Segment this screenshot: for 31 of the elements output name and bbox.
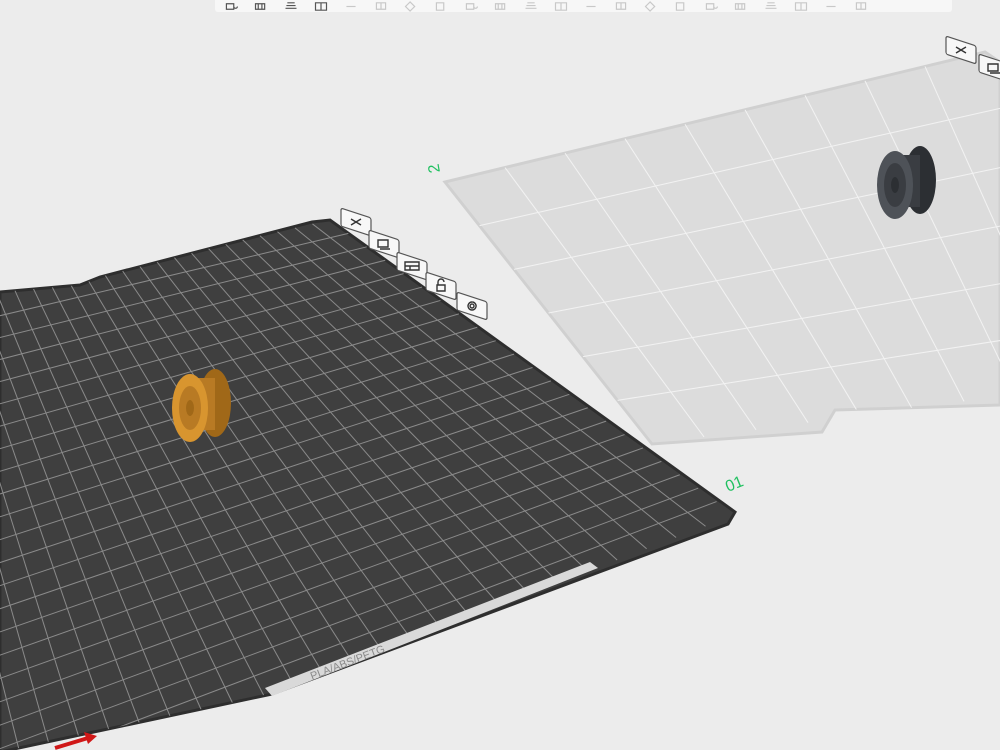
monitor-icon xyxy=(987,63,1000,74)
close-button[interactable] xyxy=(340,208,372,236)
diamond-icon xyxy=(404,0,418,12)
padlock-icon xyxy=(436,278,446,292)
plate-number: 01 xyxy=(723,473,746,496)
layout-button[interactable] xyxy=(396,252,428,280)
monitor-icon xyxy=(377,239,391,250)
spool-model-drawing[interactable] xyxy=(172,369,231,442)
diamond-icon xyxy=(644,0,658,12)
x-axis-arrow xyxy=(54,732,97,750)
window-icon xyxy=(794,0,808,12)
close-icon xyxy=(955,46,967,54)
monitor-button[interactable] xyxy=(368,230,400,258)
grid-icon xyxy=(494,0,508,12)
window-tool-button[interactable] xyxy=(313,0,329,12)
close-button[interactable] xyxy=(945,36,977,64)
layers-icon xyxy=(764,0,778,12)
layout-icon xyxy=(404,261,420,271)
layers-icon xyxy=(284,0,298,12)
grid-icon xyxy=(254,0,268,12)
monitor-button[interactable] xyxy=(978,54,1000,82)
layers-icon xyxy=(524,0,538,12)
gear-button[interactable] xyxy=(456,292,488,320)
close-icon xyxy=(350,218,362,226)
window-icon xyxy=(554,0,568,12)
layers-tool-button[interactable] xyxy=(283,0,299,12)
grid-icon xyxy=(734,0,748,12)
spool-model-drawing[interactable] xyxy=(877,146,936,219)
window-icon xyxy=(314,0,328,12)
padlock-button[interactable] xyxy=(425,272,457,300)
plate-number: 2 xyxy=(426,162,444,174)
